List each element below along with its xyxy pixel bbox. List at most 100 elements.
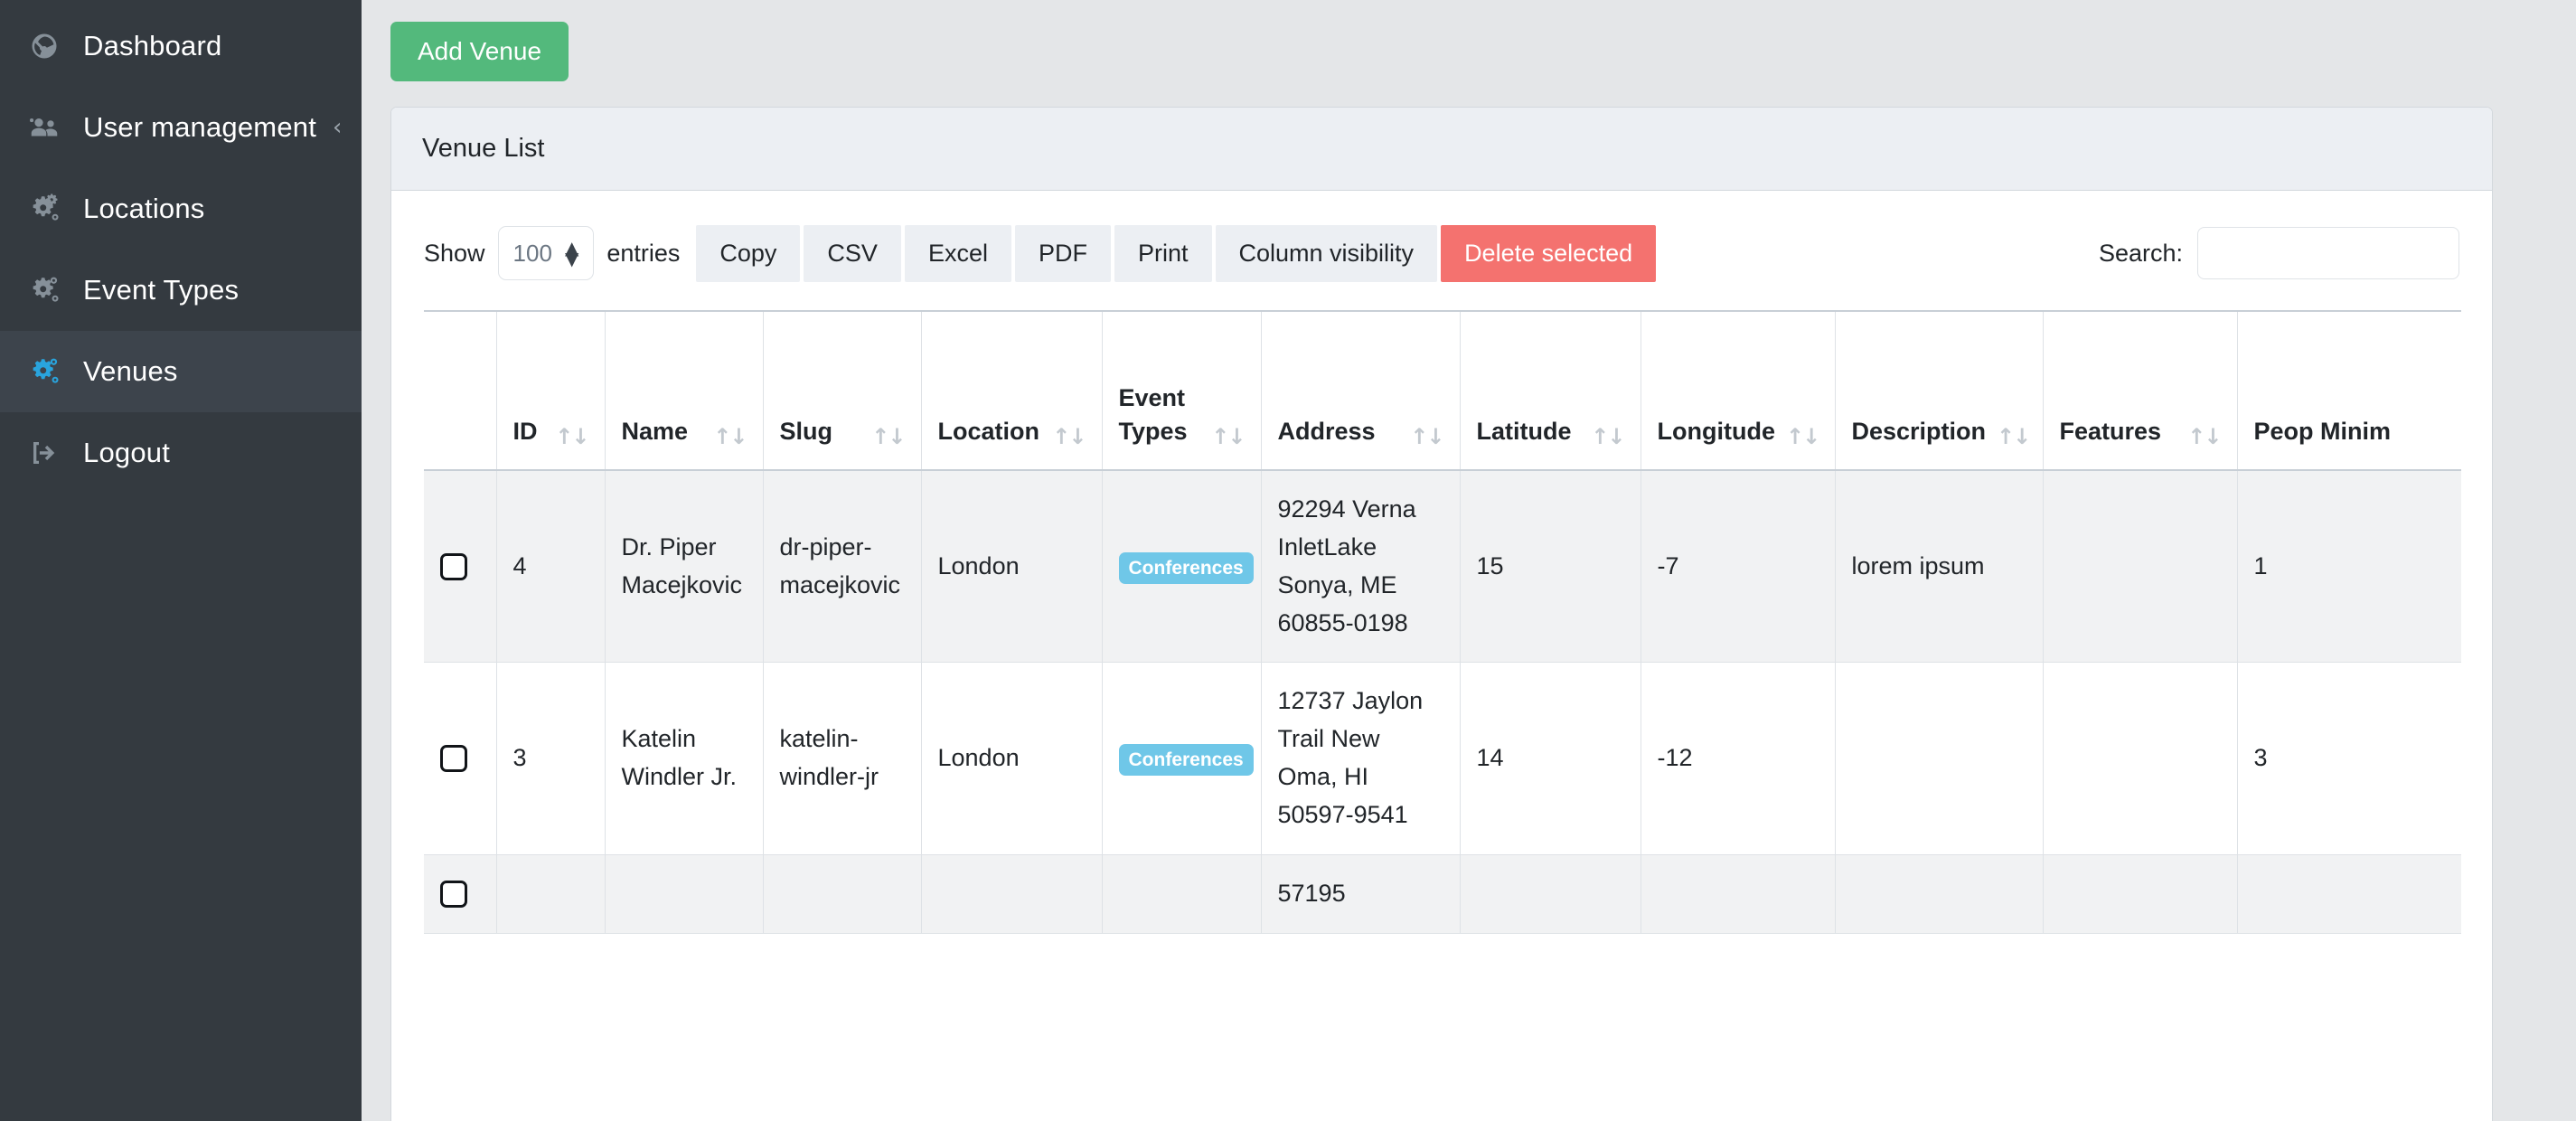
row-checkbox[interactable] [440,880,467,908]
cell-people-minimum: 1 [2237,470,2461,664]
col-label: Slug [779,417,833,445]
sidebar-item-label: Event Types [83,274,240,306]
cogs-icon [20,192,69,226]
sidebar-item-label: User management [83,111,317,143]
col-label: Location [937,417,1040,445]
sidebar-item-dashboard[interactable]: Dashboard [0,5,362,87]
cell-event-types: Conferences [1102,662,1262,855]
col-label: Longitude [1657,417,1775,445]
col-header-slug[interactable]: Slug ↑↓ [763,310,922,471]
cell-id: 4 [496,470,606,664]
dashboard-icon [20,30,69,62]
sidebar-item-locations[interactable]: Locations [0,168,362,250]
cell-features [2043,662,2238,855]
table-scroll-container[interactable]: ID ↑↓ Name ↑↓ Slug ↑↓ Location ↑↓ Event … [424,310,2461,934]
col-header-name[interactable]: Name ↑↓ [605,310,764,471]
page-length-value: 100 [512,239,552,267]
col-label: Description [1851,417,1987,445]
col-header-location[interactable]: Location ↑↓ [921,310,1103,471]
cell-id [496,854,606,934]
cell-features [2043,854,2238,934]
sort-icon: ↑↓ [1591,424,1625,449]
cell-slug: dr-piper-macejkovic [763,470,922,664]
sidebar: Dashboard User management ‹ Locations Ev… [0,0,362,1121]
users-icon [20,110,69,145]
col-label: Latitude [1476,417,1572,445]
show-label: Show [424,239,485,267]
page-length-group: Show 100 ▲ ▼ entries [424,226,680,280]
cell-location [921,854,1103,934]
row-select-cell[interactable] [424,470,497,664]
excel-button[interactable]: Excel [904,224,1011,282]
table-row[interactable]: 3 Katelin Windler Jr. katelin-windler-jr… [424,662,2461,855]
cell-description: lorem ipsum [1835,470,2044,664]
sidebar-item-venues[interactable]: Venues [0,331,362,412]
venues-table: ID ↑↓ Name ↑↓ Slug ↑↓ Location ↑↓ Event … [424,310,2461,934]
card-body: Show 100 ▲ ▼ entries Copy CSV Excel PDF … [391,191,2492,934]
col-header-id[interactable]: ID ↑↓ [496,310,606,471]
event-type-badge: Conferences [1118,744,1254,777]
cell-description [1835,854,2044,934]
col-label: Name [621,417,689,445]
sidebar-item-user-management[interactable]: User management ‹ [0,87,362,168]
cell-slug [763,854,922,934]
col-header-longitude[interactable]: Longitude ↑↓ [1641,310,1836,471]
sidebar-item-event-types[interactable]: Event Types [0,250,362,331]
row-checkbox[interactable] [440,552,467,580]
col-header-features[interactable]: Features ↑↓ [2043,310,2238,471]
col-header-latitude[interactable]: Latitude ↑↓ [1460,310,1641,471]
print-button[interactable]: Print [1114,224,1212,282]
copy-button[interactable]: Copy [696,224,801,282]
card-header: Venue List [391,108,2492,191]
row-select-cell[interactable] [424,854,497,934]
sort-icon: ↑↓ [1785,424,1820,449]
csv-button[interactable]: CSV [804,224,901,282]
cell-address: 57195 [1261,854,1461,934]
col-header-people-minimum[interactable]: Peop Minim [2237,310,2461,471]
row-select-cell[interactable] [424,662,497,855]
sidebar-item-label: Logout [83,437,171,468]
logout-icon [20,437,69,469]
cell-event-types [1102,854,1262,934]
cell-location: London [921,470,1103,664]
col-label: Event Types [1118,384,1188,445]
cell-name: Dr. Piper Macejkovic [605,470,764,664]
entries-label: entries [606,239,681,267]
add-venue-button[interactable]: Add Venue [390,22,569,81]
page-length-select[interactable]: 100 ▲ ▼ [497,226,595,280]
table-row[interactable]: 4 Dr. Piper Macejkovic dr-piper-macejkov… [424,470,2461,664]
cogs-icon [20,273,69,307]
sort-icon: ↑↓ [2187,424,2222,449]
cell-address: 12737 Jaylon Trail New Oma, HI 50597-954… [1261,662,1461,855]
sort-icon: ↑↓ [1997,424,2031,449]
search-input[interactable] [2197,227,2459,279]
cell-longitude [1641,854,1836,934]
sidebar-item-logout[interactable]: Logout [0,412,362,494]
chevron-left-icon[interactable]: ‹ [333,116,342,139]
col-header-description[interactable]: Description ↑↓ [1835,310,2044,471]
cell-latitude: 14 [1460,662,1641,855]
search-label: Search: [2098,239,2183,267]
cell-name [605,854,764,934]
col-header-select-all[interactable] [424,310,497,471]
col-label: Peop Minim [2253,417,2392,445]
table-row[interactable]: 57195 [424,854,2461,934]
col-header-address[interactable]: Address ↑↓ [1261,310,1461,471]
main-content: Add Venue Venue List Show 100 ▲ ▼ entrie… [362,0,2576,1121]
table-header-row: ID ↑↓ Name ↑↓ Slug ↑↓ Location ↑↓ Event … [424,310,2461,471]
row-checkbox[interactable] [440,745,467,773]
venue-list-card: Venue List Show 100 ▲ ▼ entries Copy CSV… [390,107,2493,1121]
spinner-arrows-icon: ▲ ▼ [564,236,579,269]
search-group: Search: [2099,227,2459,279]
cell-name: Katelin Windler Jr. [605,662,764,855]
card-title: Venue List [422,134,545,163]
pdf-button[interactable]: PDF [1014,224,1111,282]
col-label: Features [2059,417,2162,445]
cogs-icon [20,354,69,389]
cell-location: London [921,662,1103,855]
delete-selected-button[interactable]: Delete selected [1441,224,1657,282]
cell-features [2043,470,2238,664]
col-header-event-types[interactable]: Event Types ↑↓ [1102,310,1262,471]
column-visibility-button[interactable]: Column visibility [1215,224,1438,282]
cell-latitude: 15 [1460,470,1641,664]
